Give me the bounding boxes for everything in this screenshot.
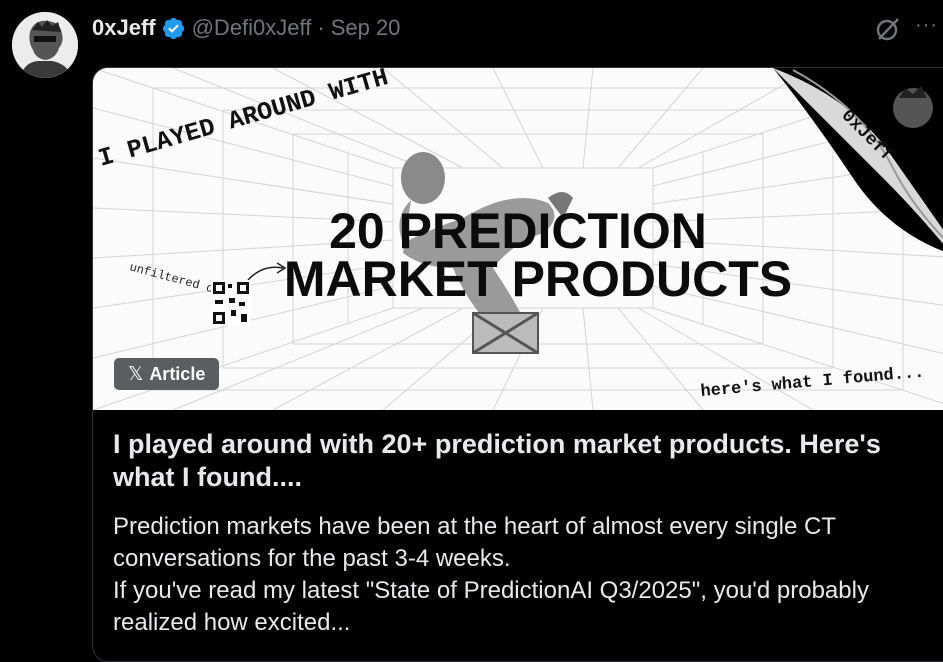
preview-paragraph-2: If you've read my latest "State of Predi… [113,577,869,636]
avatar[interactable] [12,12,78,78]
verified-badge-icon [162,17,184,39]
article-badge-label: Article [149,363,206,384]
article-card[interactable]: I PLAYED AROUND WITH 20 PREDICTION MARKE… [92,67,943,662]
more-icon[interactable]: ··· [915,14,943,44]
avatar-image [12,12,78,78]
article-title[interactable]: I played around with 20+ prediction mark… [113,428,913,494]
article-cover-image: I PLAYED AROUND WITH 20 PREDICTION MARKE… [93,68,943,410]
tweet-header: 0xJeff @Defi0xJeff · Sep 20 [92,12,400,44]
author-name[interactable]: 0xJeff [92,15,156,41]
cover-illustration: I PLAYED AROUND WITH 20 PREDICTION MARKE… [93,68,943,410]
qr-code [211,280,251,326]
article-preview: Prediction markets have been at the hear… [113,511,943,639]
x-logo-icon: 𝕏 [128,363,144,385]
post-date[interactable]: Sep 20 [331,15,401,41]
author-handle[interactable]: @Defi0xJeff [192,15,312,41]
article-badge: 𝕏 Article [114,358,220,390]
dot-separator: · [317,15,325,40]
preview-paragraph-1: Prediction markets have been at the hear… [113,513,836,572]
cover-headline-line2: MARKET PRODUCTS [284,251,792,307]
grok-icon[interactable] [873,14,903,44]
